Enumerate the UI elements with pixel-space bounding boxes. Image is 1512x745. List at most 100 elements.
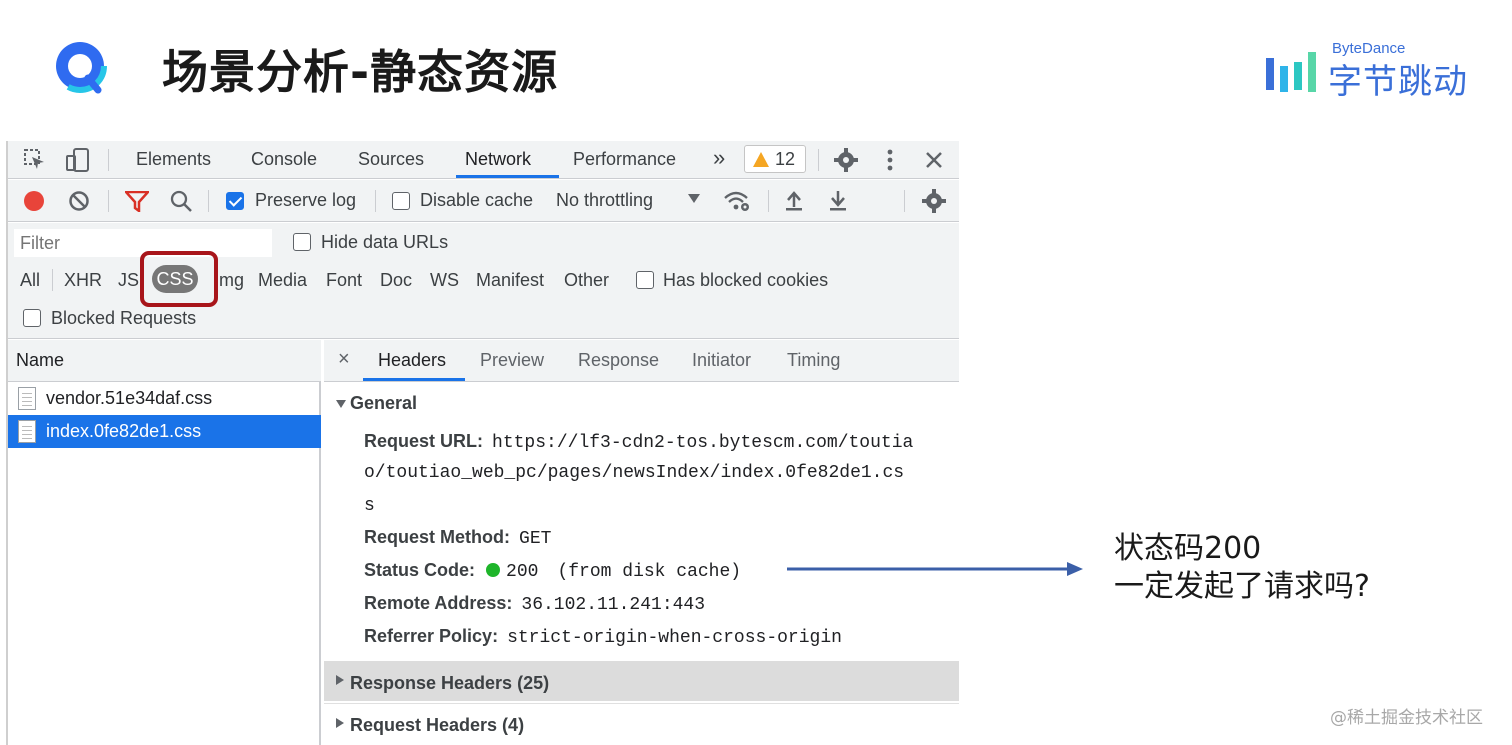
filter-type-doc[interactable]: Doc — [380, 270, 412, 291]
preserve-log-label: Preserve log — [255, 190, 357, 210]
request-url-line-3: s — [364, 496, 375, 516]
request-headers-section[interactable]: Request Headers (4) — [324, 703, 959, 743]
record-icon[interactable] — [23, 190, 45, 212]
detail-tabbar: × Headers Preview Response Initiator Tim… — [324, 340, 959, 382]
close-devtools-icon[interactable] — [924, 150, 944, 170]
referrer-policy-label: Referrer Policy: — [364, 626, 499, 646]
device-toolbar-icon[interactable] — [66, 148, 90, 172]
collapsed-caret-icon — [336, 718, 344, 728]
watermark: @稀土掘金技术社区 — [1330, 708, 1483, 728]
tab-sources[interactable]: Sources — [358, 149, 424, 170]
close-detail-icon[interactable]: × — [338, 348, 350, 371]
active-detail-tab-indicator — [363, 378, 465, 381]
devtools-panel: Elements Console Sources Network Perform… — [6, 141, 959, 745]
annotation-line-1: 状态码200 — [1114, 531, 1262, 566]
disable-cache-checkbox[interactable] — [392, 192, 410, 210]
clear-icon[interactable] — [68, 190, 90, 212]
filter-type-other[interactable]: Other — [564, 270, 609, 291]
tab-console[interactable]: Console — [251, 149, 317, 170]
more-options-icon[interactable] — [886, 149, 894, 171]
active-tab-indicator — [456, 175, 559, 178]
expanded-caret-icon — [336, 400, 346, 408]
name-header-label: Name — [16, 350, 65, 370]
referrer-policy-value: strict-origin-when-cross-origin — [507, 628, 842, 648]
collapsed-caret-icon — [336, 675, 344, 685]
filter-type-media[interactable]: Media — [258, 270, 307, 291]
request-row-selected[interactable]: index.0fe82de1.css — [8, 415, 321, 448]
bytedance-logo: ByteDance 字节跳动 — [1266, 40, 1476, 102]
file-icon — [18, 420, 36, 443]
slide-title: 场景分析-静态资源 — [162, 45, 559, 99]
filter-icon[interactable] — [125, 191, 149, 212]
request-method-value: GET — [519, 529, 552, 549]
throttling-select[interactable]: No throttling — [556, 190, 653, 211]
referrer-policy-row: Referrer Policy: strict-origin-when-cros… — [364, 626, 842, 648]
hide-data-urls-checkbox[interactable] — [293, 233, 311, 251]
filter-type-js[interactable]: JS — [118, 270, 139, 291]
blocked-requests-label: Blocked Requests — [51, 308, 197, 328]
network-settings-gear-icon[interactable] — [922, 189, 946, 213]
filter-bar: Hide data URLs All XHR JS Img CSS Media … — [8, 223, 959, 339]
disable-cache-label: Disable cache — [420, 190, 534, 210]
request-url-row: Request URL: https://lf3-cdn2-tos.bytesc… — [364, 431, 913, 453]
settings-gear-icon[interactable] — [834, 148, 858, 172]
request-method-row: Request Method: GET — [364, 527, 551, 549]
name-column-header[interactable]: Name — [8, 340, 321, 382]
remote-address-label: Remote Address: — [364, 593, 513, 613]
request-url-line-1: https://lf3-cdn2-tos.bytescm.com/toutia — [492, 433, 914, 453]
request-method-label: Request Method: — [364, 527, 510, 547]
tab-timing[interactable]: Timing — [787, 350, 840, 371]
tab-preview[interactable]: Preview — [480, 350, 544, 371]
tab-response[interactable]: Response — [578, 350, 659, 371]
response-headers-title: Response Headers (25) — [350, 673, 550, 693]
warnings-badge[interactable]: 12 — [744, 145, 806, 173]
filter-type-font[interactable]: Font — [326, 270, 362, 291]
annotation-line-2: 一定发起了请求吗? — [1114, 569, 1370, 604]
request-url-line-2: o/toutiao_web_pc/pages/newsIndex/index.0… — [364, 463, 905, 483]
tab-initiator[interactable]: Initiator — [692, 350, 751, 371]
filter-type-img[interactable]: Img — [214, 270, 244, 291]
general-section-header[interactable]: General — [324, 384, 959, 424]
remote-address-row: Remote Address: 36.102.11.241:443 — [364, 593, 705, 615]
warning-count: 12 — [775, 149, 796, 169]
hide-data-urls-label: Hide data URLs — [321, 232, 449, 252]
request-list: Name vendor.51e34daf.css index.0fe82de1.… — [8, 340, 321, 745]
filter-type-manifest[interactable]: Manifest — [476, 270, 544, 291]
file-icon — [18, 387, 36, 410]
tab-network[interactable]: Network — [465, 149, 531, 170]
status-code-label: Status Code: — [364, 560, 476, 580]
annotation-text: 状态码200 一定发起了请求吗? — [1114, 530, 1370, 606]
warning-icon — [753, 152, 769, 167]
blocked-requests-checkbox[interactable] — [23, 309, 41, 327]
app-logo-icon — [53, 39, 107, 94]
tab-headers[interactable]: Headers — [378, 350, 446, 371]
tab-elements[interactable]: Elements — [136, 149, 211, 170]
export-har-icon[interactable] — [828, 189, 848, 211]
brand-name-cn: 字节跳动 — [1328, 62, 1468, 102]
request-name: index.0fe82de1.css — [46, 421, 202, 441]
filter-type-all[interactable]: All — [20, 270, 40, 291]
filter-type-ws[interactable]: WS — [430, 270, 459, 291]
devtools-tabbar: Elements Console Sources Network Perform… — [8, 141, 959, 179]
request-row[interactable]: vendor.51e34daf.css — [8, 382, 321, 415]
status-ok-icon — [486, 563, 501, 577]
has-blocked-cookies-checkbox[interactable] — [636, 271, 654, 289]
preserve-log-checkbox[interactable] — [226, 192, 244, 210]
import-har-icon[interactable] — [784, 189, 804, 211]
general-section-title: General — [350, 393, 418, 413]
request-url-label: Request URL: — [364, 431, 484, 451]
inspect-element-icon[interactable] — [24, 149, 46, 171]
status-code-value: 200 — [506, 562, 539, 582]
status-code-row: Status Code: 200 (from disk cache) — [364, 560, 741, 582]
annotation-arrow — [787, 562, 1083, 576]
chevron-down-icon[interactable] — [688, 194, 700, 203]
tab-performance[interactable]: Performance — [573, 149, 676, 170]
bytedance-bars-icon — [1266, 52, 1316, 92]
has-blocked-cookies-label: Has blocked cookies — [663, 270, 829, 290]
search-icon[interactable] — [170, 190, 192, 212]
response-headers-section[interactable]: Response Headers (25) — [324, 661, 959, 701]
status-cache-note: (from disk cache) — [557, 562, 742, 582]
filter-type-xhr[interactable]: XHR — [64, 270, 102, 291]
more-tabs-button[interactable]: » — [713, 145, 725, 171]
network-conditions-icon[interactable] — [723, 189, 751, 213]
